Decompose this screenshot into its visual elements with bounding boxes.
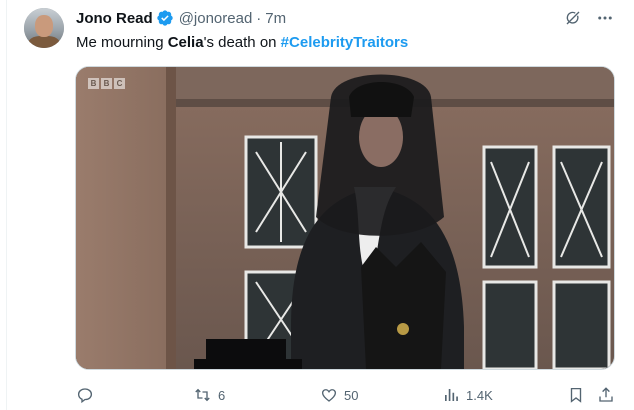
views-button[interactable]: 1.4K: [442, 386, 493, 404]
text-middle: 's death on: [203, 34, 281, 51]
share-button[interactable]: [597, 386, 615, 404]
like-button[interactable]: 50: [320, 386, 358, 404]
views-icon: [445, 389, 458, 401]
like-icon: [321, 389, 337, 402]
timestamp[interactable]: 7m: [265, 10, 286, 27]
grok-icon[interactable]: [564, 9, 582, 27]
bookmark-icon: [570, 387, 582, 403]
like-count: 50: [344, 387, 359, 403]
thread-divider: [6, 0, 7, 410]
share-icon: [599, 387, 613, 402]
verified-icon: [156, 9, 174, 27]
media-watermark: B B C: [88, 78, 125, 89]
bookmark-button[interactable]: [567, 386, 585, 404]
repost-icon: [195, 388, 210, 402]
repost-count: 6: [218, 387, 226, 403]
reply-button[interactable]: [76, 386, 100, 404]
text-prefix: Me mourning: [76, 34, 168, 51]
top-actions: [564, 9, 614, 27]
views-count: 1.4K: [466, 387, 493, 403]
reply-icon: [77, 388, 93, 404]
hashtag-link[interactable]: #CelebrityTraitors: [281, 34, 409, 51]
author-handle[interactable]: @jonoread: [179, 10, 253, 27]
tweet-text: Me mourning Celia's death on #CelebrityT…: [76, 33, 408, 53]
watermark-letter: C: [114, 78, 125, 89]
tweet[interactable]: Jono Read @jonoread · 7m Me mourning Cel…: [0, 0, 634, 410]
watermark-letter: B: [101, 78, 112, 89]
media-picture: [76, 67, 614, 369]
watermark-letter: B: [88, 78, 99, 89]
text-bold: Celia: [167, 34, 204, 51]
tweet-media-image[interactable]: B B C: [75, 66, 615, 370]
author-name[interactable]: Jono Read: [76, 10, 153, 27]
repost-button[interactable]: 6: [193, 386, 225, 404]
separator: ·: [256, 9, 262, 27]
more-icon[interactable]: [596, 9, 614, 27]
avatar[interactable]: [24, 8, 64, 48]
tweet-header: Jono Read @jonoread · 7m: [76, 8, 286, 28]
action-bar: 6 50 1.4K: [76, 386, 616, 406]
